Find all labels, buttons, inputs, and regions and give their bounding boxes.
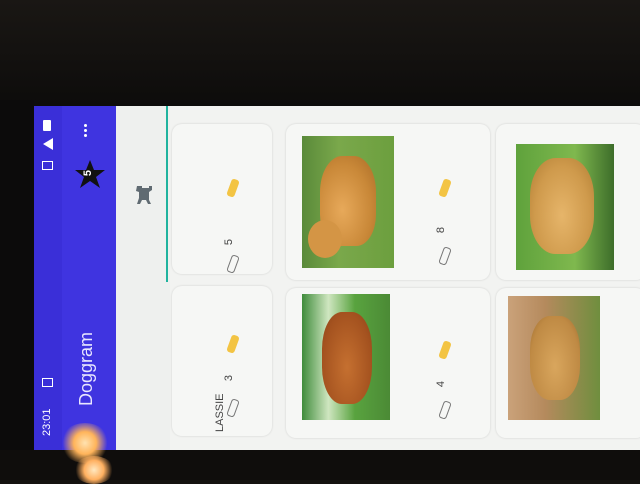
gmail-icon <box>42 378 53 387</box>
dog-photo <box>302 136 394 268</box>
tab-bar <box>116 106 170 450</box>
dog-photo <box>302 294 390 420</box>
vibrate-icon <box>42 161 53 170</box>
tab-indicator <box>166 106 168 282</box>
badge-count: 5 <box>82 169 95 177</box>
like-count: 8 <box>435 226 448 234</box>
dog-photo <box>508 296 600 420</box>
dog-name: LASSIE <box>214 393 226 432</box>
device-bezel-top <box>0 0 640 106</box>
like-bone-icon[interactable] <box>226 178 240 198</box>
status-time: 23:01 <box>41 408 53 436</box>
dog-card[interactable] <box>496 124 640 280</box>
dog-card[interactable]: 8 <box>286 124 490 280</box>
like-bone-icon[interactable] <box>438 178 452 198</box>
dog-card[interactable]: 5 <box>172 124 272 274</box>
dog-card[interactable] <box>496 288 640 438</box>
like-bone-icon[interactable] <box>226 334 240 354</box>
app-toolbar: 5 Doggram <box>62 106 116 450</box>
bone-outline-icon <box>226 254 240 274</box>
bone-outline-icon <box>226 398 240 418</box>
dog-card[interactable]: 3 LASSIE <box>172 286 272 436</box>
bone-outline-icon <box>438 246 452 266</box>
dog-card[interactable]: 4 <box>286 288 490 438</box>
star-badge-icon[interactable]: 5 <box>74 158 106 190</box>
device-bezel-left <box>0 100 34 455</box>
tab-other[interactable] <box>116 282 166 450</box>
phone-screen: 23:01 5 Doggram 5 3 LASSIE 8 4 <box>34 106 640 450</box>
like-count: 3 <box>223 374 236 382</box>
tab-dogs[interactable] <box>116 106 166 282</box>
wifi-icon <box>43 138 53 150</box>
like-count: 5 <box>223 238 236 246</box>
like-bone-icon[interactable] <box>438 340 452 360</box>
battery-icon <box>43 120 51 131</box>
status-bar: 23:01 <box>34 106 62 450</box>
more-vert-icon[interactable] <box>84 124 88 138</box>
like-count: 4 <box>435 380 448 388</box>
bone-outline-icon <box>438 400 452 420</box>
app-title: Doggram <box>76 331 96 406</box>
dog-photo <box>516 144 614 270</box>
dog-icon <box>136 186 152 204</box>
